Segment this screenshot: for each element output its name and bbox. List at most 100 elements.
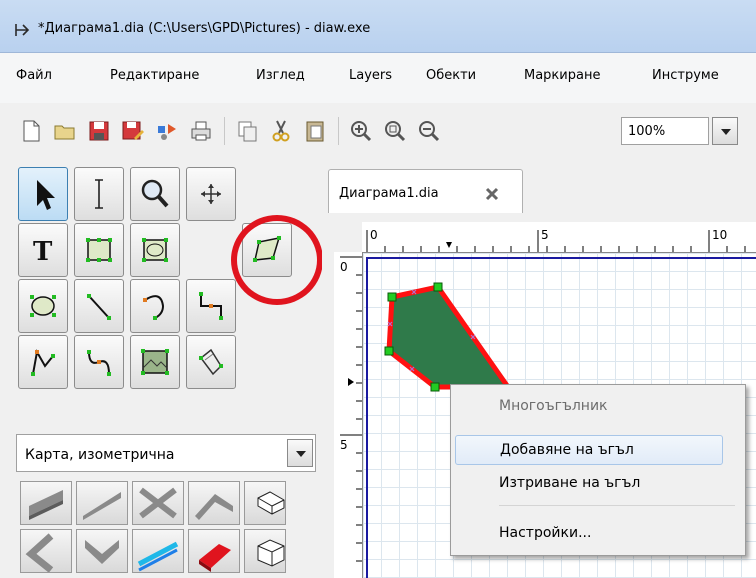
zoom-fit-icon[interactable] — [382, 118, 408, 144]
scroll-tool[interactable] — [186, 167, 236, 221]
isometric-cube-icon — [257, 539, 285, 567]
polygon-handle[interactable] — [433, 282, 443, 292]
ruler-label: 5 — [340, 438, 348, 452]
menu-file[interactable]: Файл — [16, 68, 52, 83]
magnify-tool[interactable] — [130, 167, 180, 221]
menu-objects[interactable]: Обекти — [426, 68, 476, 83]
zoom-input[interactable]: 100% — [621, 117, 709, 145]
isometric-block-icon — [257, 491, 285, 515]
annotation-circle — [231, 215, 323, 305]
save-icon[interactable] — [86, 118, 112, 144]
copy-icon[interactable] — [234, 118, 260, 144]
polygon-handle[interactable] — [384, 346, 394, 356]
cut-icon[interactable] — [268, 118, 294, 144]
open-folder-icon[interactable] — [52, 118, 78, 144]
context-menu-title: Многоъгълник — [499, 398, 608, 414]
ruler-label: 0 — [370, 228, 378, 242]
add-corner-item[interactable]: Добавяне на ъгъл — [455, 435, 723, 465]
text-tool[interactable]: T — [18, 223, 68, 277]
toolbar-separator — [338, 117, 339, 145]
isometric-water-icon — [137, 541, 179, 572]
polygon-handle[interactable] — [430, 382, 440, 392]
zigzag-line-icon — [199, 292, 223, 320]
zoom-out-icon[interactable] — [416, 118, 442, 144]
toolbar: 100% — [0, 103, 756, 161]
isometric-corner-icon — [195, 494, 233, 520]
move-arrows-icon — [201, 184, 221, 204]
image-tool[interactable] — [130, 335, 180, 389]
isometric-wall-icon — [83, 492, 121, 520]
context-menu: Многоъгълник Добавяне на ъгъл Изтриване … — [450, 384, 746, 556]
polyline-tool[interactable] — [18, 335, 68, 389]
pointer-tool[interactable] — [18, 167, 68, 221]
outline-tool[interactable] — [186, 335, 236, 389]
tab-label: Диаграма1.dia — [339, 186, 439, 201]
menu-view[interactable]: Изглед — [256, 68, 305, 83]
ellipse-icon — [30, 295, 56, 317]
arc-tool[interactable] — [130, 279, 180, 333]
isometric-wall-icon — [25, 533, 54, 572]
new-file-icon[interactable] — [18, 118, 44, 144]
polygon-path[interactable] — [386, 284, 511, 390]
horizontal-ruler: 0 5 10 — [362, 222, 756, 253]
sheet-shape[interactable] — [244, 529, 286, 573]
pointer-icon — [37, 180, 55, 210]
svg-text:T: T — [33, 237, 53, 267]
text-cursor-tool[interactable] — [74, 167, 124, 221]
line-icon — [87, 294, 111, 320]
menu-layers[interactable]: Layers — [349, 68, 392, 83]
delete-corner-item[interactable]: Изтриване на ъгъл — [455, 469, 723, 499]
text-cursor-icon — [95, 179, 103, 209]
sheet-shape[interactable] — [76, 529, 128, 573]
window-title: *Диаграма1.dia (C:\Users\GPD\Pictures) -… — [38, 21, 371, 36]
isometric-wall-icon — [85, 540, 119, 564]
ruler-ticks — [366, 230, 746, 252]
toolbar-separator — [224, 117, 225, 145]
line-tool[interactable] — [74, 279, 124, 333]
zigzag-tool[interactable] — [186, 279, 236, 333]
isometric-cross-icon — [139, 487, 177, 519]
ruler-label: 0 — [340, 260, 348, 274]
bezier-line-icon — [87, 350, 111, 376]
polygon-handle[interactable] — [387, 292, 397, 302]
print-icon[interactable] — [188, 118, 214, 144]
sheet-shape[interactable] — [132, 529, 184, 573]
ellipse-tool[interactable] — [18, 279, 68, 333]
box-icon — [86, 238, 112, 262]
ruler-label: 5 — [541, 228, 549, 242]
menu-tools[interactable]: Инструме — [652, 68, 719, 83]
paste-icon[interactable] — [302, 118, 328, 144]
text-tool-icon: T — [33, 237, 53, 267]
sheet-dropdown-button[interactable] — [287, 439, 313, 467]
sheet-shape[interactable] — [132, 481, 184, 525]
sheet-shape[interactable] — [20, 481, 72, 525]
sheet-shape[interactable] — [244, 481, 286, 525]
properties-item[interactable]: Настройки... — [455, 519, 723, 549]
vertical-ruler: 0 5 — [334, 252, 363, 578]
polyline-icon — [31, 349, 55, 376]
sheet-shape[interactable] — [188, 481, 240, 525]
outline-icon — [199, 348, 223, 376]
sheet-shape[interactable] — [20, 529, 72, 573]
zoom-in-icon[interactable] — [348, 118, 374, 144]
menu-select[interactable]: Маркиране — [524, 68, 600, 83]
sheet-shape[interactable] — [76, 481, 128, 525]
menu-edit[interactable]: Редактиране — [110, 68, 199, 83]
app-icon — [15, 24, 30, 36]
title-bar: *Диаграма1.dia (C:\Users\GPD\Pictures) -… — [0, 0, 756, 53]
sheet-select[interactable]: Карта, изометрична — [16, 434, 316, 472]
arc-icon — [143, 295, 165, 320]
close-icon[interactable] — [484, 186, 500, 202]
save-as-icon[interactable] — [120, 118, 146, 144]
zoom-dropdown-button[interactable] — [712, 117, 738, 145]
export-icon[interactable] — [154, 118, 180, 144]
sheet-shape[interactable] — [188, 529, 240, 573]
ruler-ticks — [340, 256, 362, 562]
ellipse-box-tool[interactable] — [130, 223, 180, 277]
box-tool[interactable] — [74, 223, 124, 277]
bezier-tool[interactable] — [74, 335, 124, 389]
magnifier-icon — [141, 179, 169, 208]
menu-bar: Файл Редактиране Изглед Layers Обекти Ма… — [0, 53, 756, 103]
tab-diagram1[interactable]: Диаграма1.dia — [328, 169, 523, 213]
isometric-car-icon — [199, 544, 231, 572]
